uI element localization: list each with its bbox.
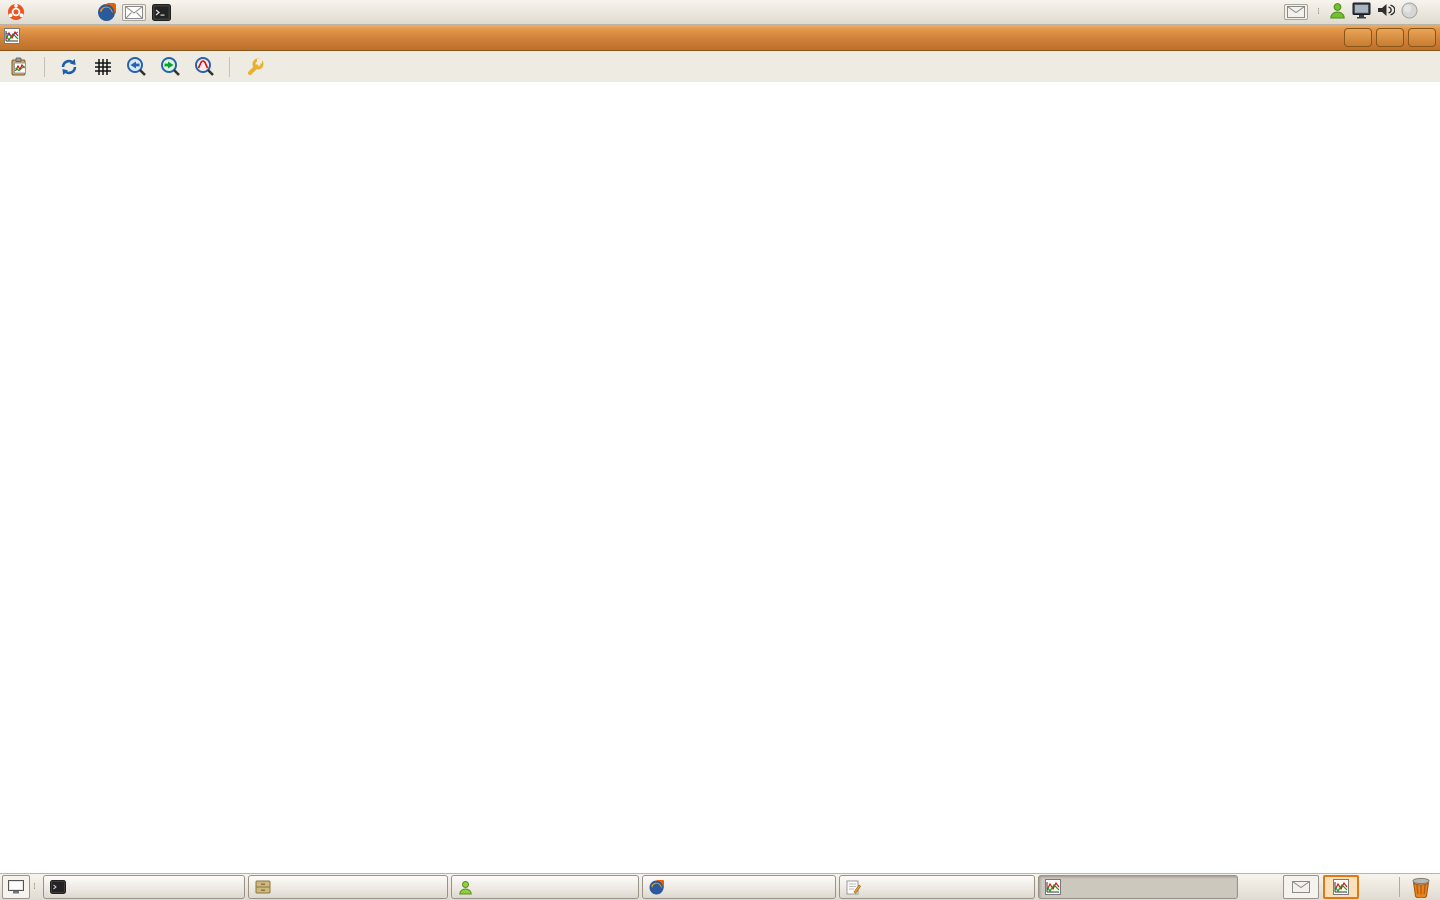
replot-button[interactable]	[57, 55, 81, 79]
tray-separator: ⁞	[1317, 8, 1320, 16]
help-icon[interactable]	[276, 55, 300, 79]
toolbar-separator	[229, 57, 230, 77]
titlebar[interactable]	[0, 24, 1440, 51]
terminal-icon[interactable]	[152, 4, 171, 21]
gnome-top-panel: ⁞	[0, 0, 1440, 25]
volume-icon[interactable]	[1377, 2, 1395, 22]
settings-icon[interactable]	[242, 55, 266, 79]
maximize-button[interactable]	[1376, 28, 1404, 47]
panel-separator: ⁞	[33, 883, 36, 891]
menu-places[interactable]	[50, 10, 72, 14]
close-button[interactable]	[1408, 28, 1436, 47]
taskbar-item-terminal[interactable]	[43, 875, 245, 899]
taskbar-item-gajim[interactable]	[451, 875, 639, 899]
gnuplot-canvas[interactable]	[0, 82, 1440, 874]
taskbar-item-firefox[interactable]	[642, 875, 836, 899]
ubuntu-logo-icon[interactable]	[7, 3, 25, 21]
plots-svg[interactable]	[0, 82, 1440, 874]
minimize-button[interactable]	[1344, 28, 1372, 47]
gnuplot-window	[0, 24, 1440, 874]
apply-zoom-icon[interactable]	[193, 55, 217, 79]
menu-system[interactable]	[72, 10, 94, 14]
weather-icon[interactable]	[1401, 2, 1418, 23]
gnuplot-toolbar	[0, 51, 1440, 84]
previous-zoom-icon[interactable]	[125, 55, 149, 79]
menu-applications[interactable]	[28, 10, 50, 14]
show-desktop-button[interactable]	[2, 875, 30, 899]
taskbar-item-editor[interactable]	[839, 875, 1035, 899]
display-icon[interactable]	[1352, 2, 1371, 23]
copy-to-clipboard-button[interactable]	[8, 55, 32, 79]
toolbar-separator	[44, 57, 45, 77]
next-zoom-icon[interactable]	[159, 55, 183, 79]
taskbar-item-gnuplot[interactable]	[1038, 875, 1238, 899]
panel-separator	[1399, 877, 1400, 897]
firefox-icon[interactable]	[97, 3, 116, 22]
mail-tray-icon[interactable]	[1283, 875, 1319, 899]
mail-tray-icon[interactable]	[1284, 4, 1308, 20]
taskbar-item-file-manager[interactable]	[248, 875, 448, 899]
gnuplot-tray-icon[interactable]	[1323, 875, 1359, 899]
gnome-bottom-panel: ⁞	[0, 873, 1440, 900]
grid-icon[interactable]	[91, 55, 115, 79]
user-status-icon[interactable]	[1329, 2, 1346, 23]
trash-icon[interactable]	[1410, 876, 1432, 898]
mail-icon[interactable]	[122, 4, 146, 21]
gnuplot-window-icon	[4, 28, 20, 48]
